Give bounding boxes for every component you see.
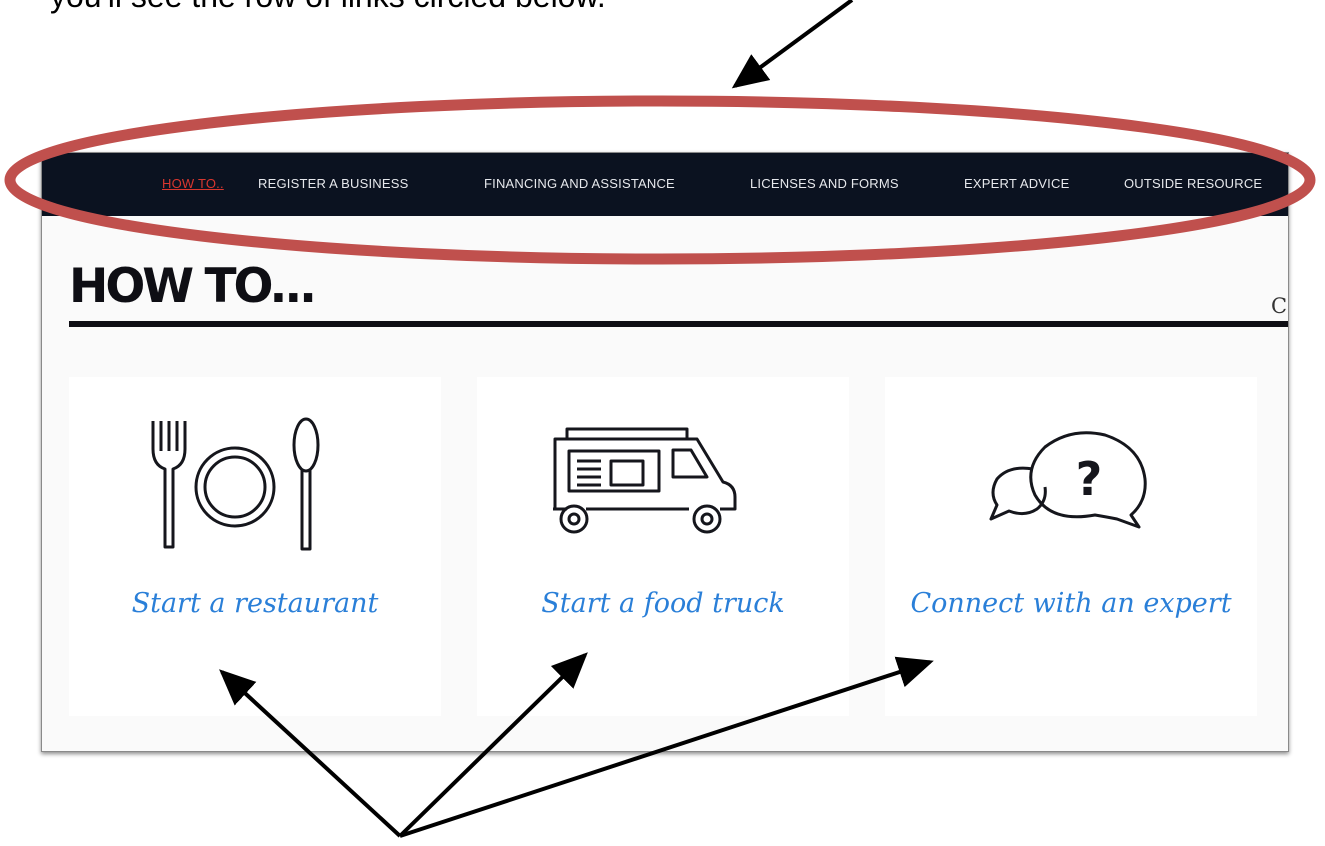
arrow-to-nav	[731, 0, 854, 89]
card-start-restaurant[interactable]: Start a restaurant	[69, 377, 441, 716]
start-food-truck-link[interactable]: Start a food truck	[477, 583, 849, 625]
nav-link-how-to[interactable]: HOW TO..	[162, 176, 224, 191]
start-restaurant-link[interactable]: Start a restaurant	[69, 583, 441, 625]
truncated-text: Co	[1271, 294, 1288, 318]
expert-chat-icon: ?	[989, 431, 1147, 529]
nav-link-financing-and-assistance[interactable]: FINANCING AND ASSISTANCE	[484, 176, 675, 191]
heading-divider	[69, 321, 1288, 327]
nav-link-outside-resources[interactable]: OUTSIDE RESOURCE	[1124, 176, 1262, 191]
website-screenshot: HOW TO.. REGISTER A BUSINESS FINANCING A…	[41, 152, 1289, 752]
svg-text:?: ?	[1076, 452, 1103, 506]
nav-link-licenses-and-forms[interactable]: LICENSES AND FORMS	[750, 176, 899, 191]
nav-link-register-a-business[interactable]: REGISTER A BUSINESS	[258, 176, 408, 191]
top-navigation-bar: HOW TO.. REGISTER A BUSINESS FINANCING A…	[42, 153, 1288, 216]
nav-link-expert-advice[interactable]: EXPERT ADVICE	[964, 176, 1069, 191]
page-title: HOW TO...	[69, 259, 317, 314]
caption-text: you'll see the row of links circled belo…	[50, 0, 606, 15]
restaurant-icon	[151, 417, 320, 551]
card-start-food-truck[interactable]: Start a food truck	[477, 377, 849, 716]
card-connect-with-expert[interactable]: ? Connect with an expert	[885, 377, 1257, 716]
connect-with-expert-link[interactable]: Connect with an expert	[885, 583, 1257, 625]
food-truck-icon	[553, 427, 737, 534]
